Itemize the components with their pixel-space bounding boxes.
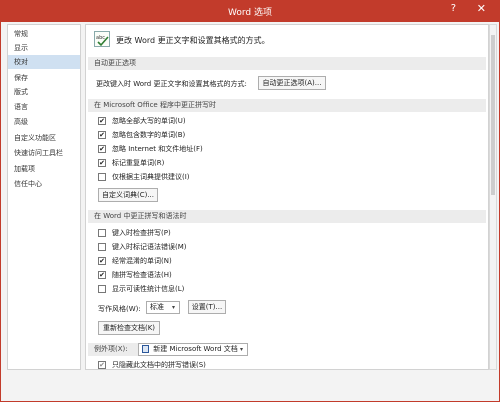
checkmark-icon[interactable]: ✔	[98, 271, 106, 279]
autocorrect-options-button[interactable]: 自动更正选项(A)...	[258, 76, 326, 90]
option-label: 键入时标记语法错误(M)	[112, 243, 187, 251]
checkmark-icon[interactable]: ✔	[98, 159, 106, 167]
writing-style-value: 标准	[150, 303, 164, 311]
section-office-spelling: 在 Microsoft Office 程序中更正拼写时	[88, 99, 486, 112]
vertical-scrollbar[interactable]	[489, 24, 497, 370]
option-label: 忽略 Internet 和文件地址(F)	[112, 145, 203, 153]
exceptions-document-value: 新建 Microsoft Word 文档	[153, 345, 238, 353]
option-label: 键入时检查拼写(P)	[112, 229, 171, 237]
sidebar-item-customize-ribbon[interactable]: 自定义功能区	[8, 131, 80, 145]
option-label: 经常混淆的单词(N)	[112, 257, 172, 265]
checkmark-icon[interactable]: ✔	[98, 131, 106, 139]
checkmark-icon[interactable]: ✔	[98, 117, 106, 125]
document-icon	[142, 345, 149, 353]
option-label: 忽略包含数字的单词(B)	[112, 131, 186, 139]
recheck-document-button[interactable]: 重新检查文档(K)	[98, 321, 160, 335]
sidebar-item-proofing[interactable]: 校对	[8, 55, 80, 69]
option-label: 忽略全部大写的单词(U)	[112, 117, 186, 125]
proofing-panel: abc 更改 Word 更正文字和设置其格式的方式。 自动更正选项 更改键入时 …	[85, 24, 489, 370]
option-label: 显示可读性统计信息(L)	[112, 285, 185, 293]
sidebar-item-trust-center[interactable]: 信任中心	[8, 177, 80, 191]
svg-text:abc: abc	[96, 35, 105, 41]
checkmark-icon[interactable]: ✔	[98, 361, 106, 369]
title-bar: Word 选项 ? ✕	[0, 0, 500, 22]
option-label: 只隐藏此文档中的拼写错误(S)	[112, 361, 206, 369]
scrollbar-thumb[interactable]	[491, 35, 495, 195]
sidebar-item-advanced[interactable]: 高级	[8, 115, 80, 129]
help-button[interactable]: ?	[451, 3, 456, 14]
checkmark-icon[interactable]: ✔	[98, 257, 106, 265]
grammar-settings-button[interactable]: 设置(T)...	[188, 300, 226, 314]
checkbox[interactable]	[98, 173, 106, 181]
sidebar: 常规 显示 校对 保存 版式 语言 高级 自定义功能区 快速访问工具栏 加载项 …	[7, 24, 81, 370]
custom-dictionaries-button[interactable]: 自定义词典(C)...	[98, 188, 158, 202]
sidebar-item-display[interactable]: 显示	[8, 41, 80, 55]
sidebar-item-general[interactable]: 常规	[8, 27, 80, 41]
autocorrect-label: 更改键入时 Word 更正文字和设置其格式的方式:	[96, 80, 247, 88]
sidebar-item-quick-access-toolbar[interactable]: 快速访问工具栏	[8, 146, 80, 160]
sidebar-item-layout[interactable]: 版式	[8, 85, 80, 99]
checkbox[interactable]	[98, 285, 106, 293]
panel-header: abc 更改 Word 更正文字和设置其格式的方式。	[94, 31, 394, 51]
checkbox[interactable]	[98, 243, 106, 251]
sidebar-item-addins[interactable]: 加载项	[8, 162, 80, 176]
option-label: 仅根据主词典提供建议(I)	[112, 173, 190, 181]
window-title: Word 选项	[228, 8, 272, 18]
option-label: 随拼写检查语法(H)	[112, 271, 172, 279]
panel-description: 更改 Word 更正文字和设置其格式的方式。	[116, 36, 270, 45]
options-window: 常规 显示 校对 保存 版式 语言 高级 自定义功能区 快速访问工具栏 加载项 …	[0, 22, 500, 402]
writing-style-select[interactable]: 标准 ▾	[146, 301, 180, 314]
section-word-spelling: 在 Word 中更正拼写和语法时	[88, 210, 486, 223]
checkbox[interactable]	[98, 229, 106, 237]
abc-check-icon: abc	[94, 31, 110, 47]
writing-style-label: 写作风格(W):	[98, 305, 141, 313]
chevron-down-icon: ▾	[239, 346, 243, 353]
exceptions-label: 例外项(X):	[94, 345, 128, 353]
checkmark-icon[interactable]: ✔	[98, 145, 106, 153]
option-label: 标记重复单词(R)	[112, 159, 165, 167]
section-autocorrect: 自动更正选项	[88, 57, 486, 70]
sidebar-item-save[interactable]: 保存	[8, 71, 80, 85]
sidebar-item-language[interactable]: 语言	[8, 100, 80, 114]
exceptions-document-select[interactable]: 新建 Microsoft Word 文档 ▾	[138, 343, 248, 356]
chevron-down-icon: ▾	[171, 304, 175, 311]
close-button[interactable]: ✕	[477, 2, 486, 15]
